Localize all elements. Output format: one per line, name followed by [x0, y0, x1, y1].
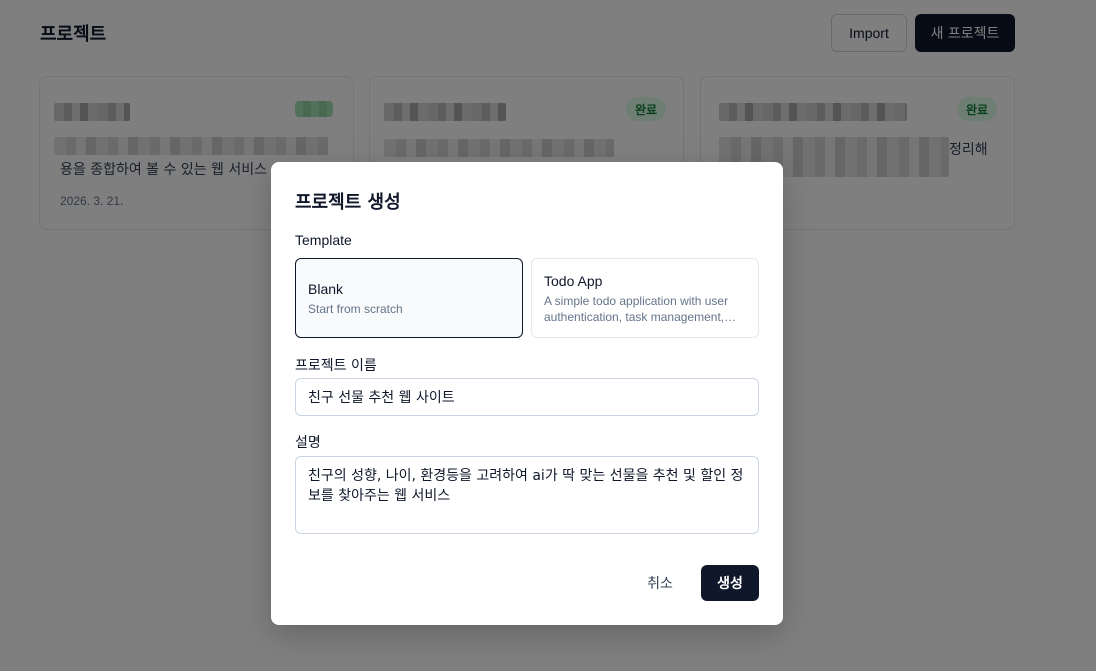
template-option-blank[interactable]: Blank Start from scratch [295, 258, 523, 338]
template-option-todo-app[interactable]: Todo App A simple todo application with … [531, 258, 759, 338]
dialog-title: 프로젝트 생성 [295, 192, 401, 213]
template-name: Blank [308, 281, 344, 297]
description-label: 설명 [295, 435, 321, 451]
project-name-input[interactable]: 친구 선물 추천 웹 사이트 [295, 378, 759, 416]
template-label: Template [295, 232, 352, 248]
create-project-dialog: 프로젝트 생성 Template Blank Start from scratc… [271, 162, 783, 625]
template-description: A simple todo application with user auth… [544, 294, 729, 324]
template-description: Start from scratch [308, 302, 403, 316]
description-textarea[interactable]: 친구의 성향, 나이, 환경등을 고려하여 ai가 딱 맞는 선물을 추천 및 … [295, 456, 759, 534]
create-button[interactable]: 생성 [701, 565, 759, 601]
template-name: Todo App [544, 273, 603, 289]
cancel-button[interactable]: 취소 [631, 566, 689, 600]
project-name-label: 프로젝트 이름 [295, 358, 377, 374]
